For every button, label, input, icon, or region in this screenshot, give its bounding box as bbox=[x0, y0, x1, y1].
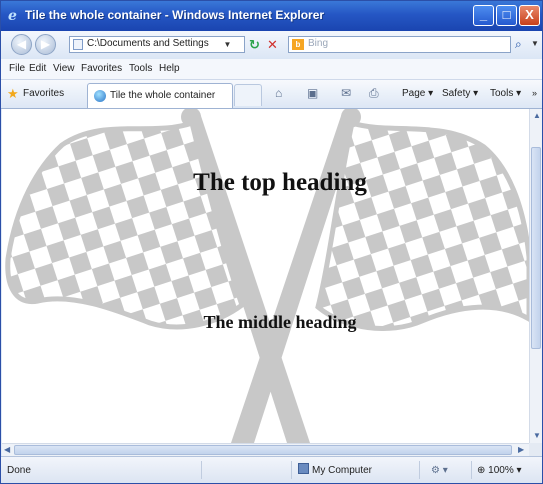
close-button[interactable]: X bbox=[519, 5, 540, 26]
mail-icon[interactable]: ✉ bbox=[341, 86, 351, 100]
tools-menu-label: Tools bbox=[490, 88, 514, 99]
safety-menu[interactable]: Safety ▾ bbox=[442, 88, 478, 99]
page-menu[interactable]: Page ▾ bbox=[402, 88, 433, 99]
page-menu-label: Page bbox=[402, 88, 426, 99]
zoom-level: 100% bbox=[488, 465, 514, 476]
menu-file[interactable]: File bbox=[9, 63, 25, 74]
address-dropdown-icon[interactable]: ▼ bbox=[222, 36, 233, 53]
menu-bar: File Edit View Favorites Tools Help bbox=[1, 59, 542, 80]
tab-title: Tile the whole container bbox=[110, 90, 216, 101]
scroll-left-arrow-icon[interactable]: ◀ bbox=[4, 445, 10, 454]
status-divider bbox=[471, 461, 472, 479]
scroll-right-arrow-icon[interactable]: ▶ bbox=[518, 445, 524, 454]
browser-window: e Tile the whole container - Windows Int… bbox=[0, 0, 543, 484]
search-placeholder: Bing bbox=[308, 38, 329, 49]
bing-logo-icon: b bbox=[292, 39, 304, 50]
address-field[interactable]: C:\Documents and Settings bbox=[69, 36, 245, 53]
new-tab-button[interactable] bbox=[234, 84, 262, 106]
tools-menu[interactable]: Tools ▾ bbox=[490, 88, 521, 99]
minimize-button[interactable]: _ bbox=[473, 5, 494, 26]
forward-button[interactable]: ▶ bbox=[35, 34, 56, 55]
stop-icon[interactable]: ✕ bbox=[267, 38, 278, 52]
protected-mode-icon[interactable]: ⚙ ▾ bbox=[431, 465, 448, 476]
window-title: Tile the whole container - Windows Inter… bbox=[25, 8, 325, 22]
address-toolbar: ◀ ▶ C:\Documents and Settings ▼ ↻ ✕ b Bi… bbox=[1, 31, 542, 59]
search-icon[interactable]: ⌕ bbox=[515, 37, 522, 52]
vertical-scrollbar[interactable]: ▲ ▼ bbox=[529, 109, 542, 443]
page-content: The top heading The middle heading bbox=[2, 109, 529, 443]
menu-tools[interactable]: Tools bbox=[129, 63, 152, 74]
favorites-bar: ★ Favorites Tile the whole container ⌂ ▣… bbox=[1, 80, 542, 109]
menu-edit[interactable]: Edit bbox=[29, 63, 46, 74]
vertical-scroll-thumb[interactable] bbox=[531, 147, 541, 349]
maximize-button[interactable]: □ bbox=[496, 5, 517, 26]
menu-view[interactable]: View bbox=[53, 63, 75, 74]
horizontal-scrollbar[interactable]: ◀ ▶ bbox=[2, 443, 529, 456]
status-bar: Done My Computer ⚙ ▾ ⊕ 100% ▾ bbox=[1, 456, 542, 483]
horizontal-scroll-thumb[interactable] bbox=[14, 445, 512, 455]
status-divider bbox=[201, 461, 202, 479]
status-divider bbox=[291, 461, 292, 479]
zoom-control[interactable]: ⊕ 100% ▾ bbox=[477, 465, 522, 476]
title-bar: e Tile the whole container - Windows Int… bbox=[1, 1, 542, 31]
scroll-up-arrow-icon[interactable]: ▲ bbox=[533, 111, 541, 120]
status-text: Done bbox=[7, 465, 31, 476]
status-divider bbox=[419, 461, 420, 479]
top-heading: The top heading bbox=[193, 169, 367, 196]
home-icon[interactable]: ⌂ bbox=[275, 86, 282, 100]
back-button[interactable]: ◀ bbox=[11, 34, 32, 55]
print-icon[interactable]: ⎙ bbox=[369, 86, 379, 101]
favorites-button[interactable]: Favorites bbox=[23, 88, 64, 99]
feeds-icon[interactable]: ▣ bbox=[307, 86, 318, 100]
ie-logo-icon: e bbox=[8, 8, 17, 24]
globe-icon bbox=[94, 90, 106, 102]
scrollbar-corner bbox=[529, 443, 542, 456]
safety-menu-label: Safety bbox=[442, 88, 471, 99]
more-commands-icon[interactable]: » bbox=[532, 88, 537, 98]
favorites-star-icon[interactable]: ★ bbox=[7, 86, 19, 102]
refresh-icon[interactable]: ↻ bbox=[249, 38, 260, 52]
scroll-down-arrow-icon[interactable]: ▼ bbox=[533, 431, 541, 440]
checkered-flags-background bbox=[5, 109, 529, 443]
tab-current[interactable]: Tile the whole container bbox=[87, 83, 233, 108]
page-icon bbox=[73, 39, 83, 50]
menu-favorites[interactable]: Favorites bbox=[81, 63, 122, 74]
middle-heading: The middle heading bbox=[203, 312, 357, 332]
computer-zone-icon bbox=[298, 463, 309, 474]
search-input[interactable]: b Bing bbox=[288, 36, 511, 53]
security-zone: My Computer bbox=[312, 465, 373, 476]
address-url: C:\Documents and Settings bbox=[87, 38, 209, 49]
menu-help[interactable]: Help bbox=[159, 63, 180, 74]
search-options-dropdown-icon[interactable]: ▼ bbox=[531, 39, 539, 48]
